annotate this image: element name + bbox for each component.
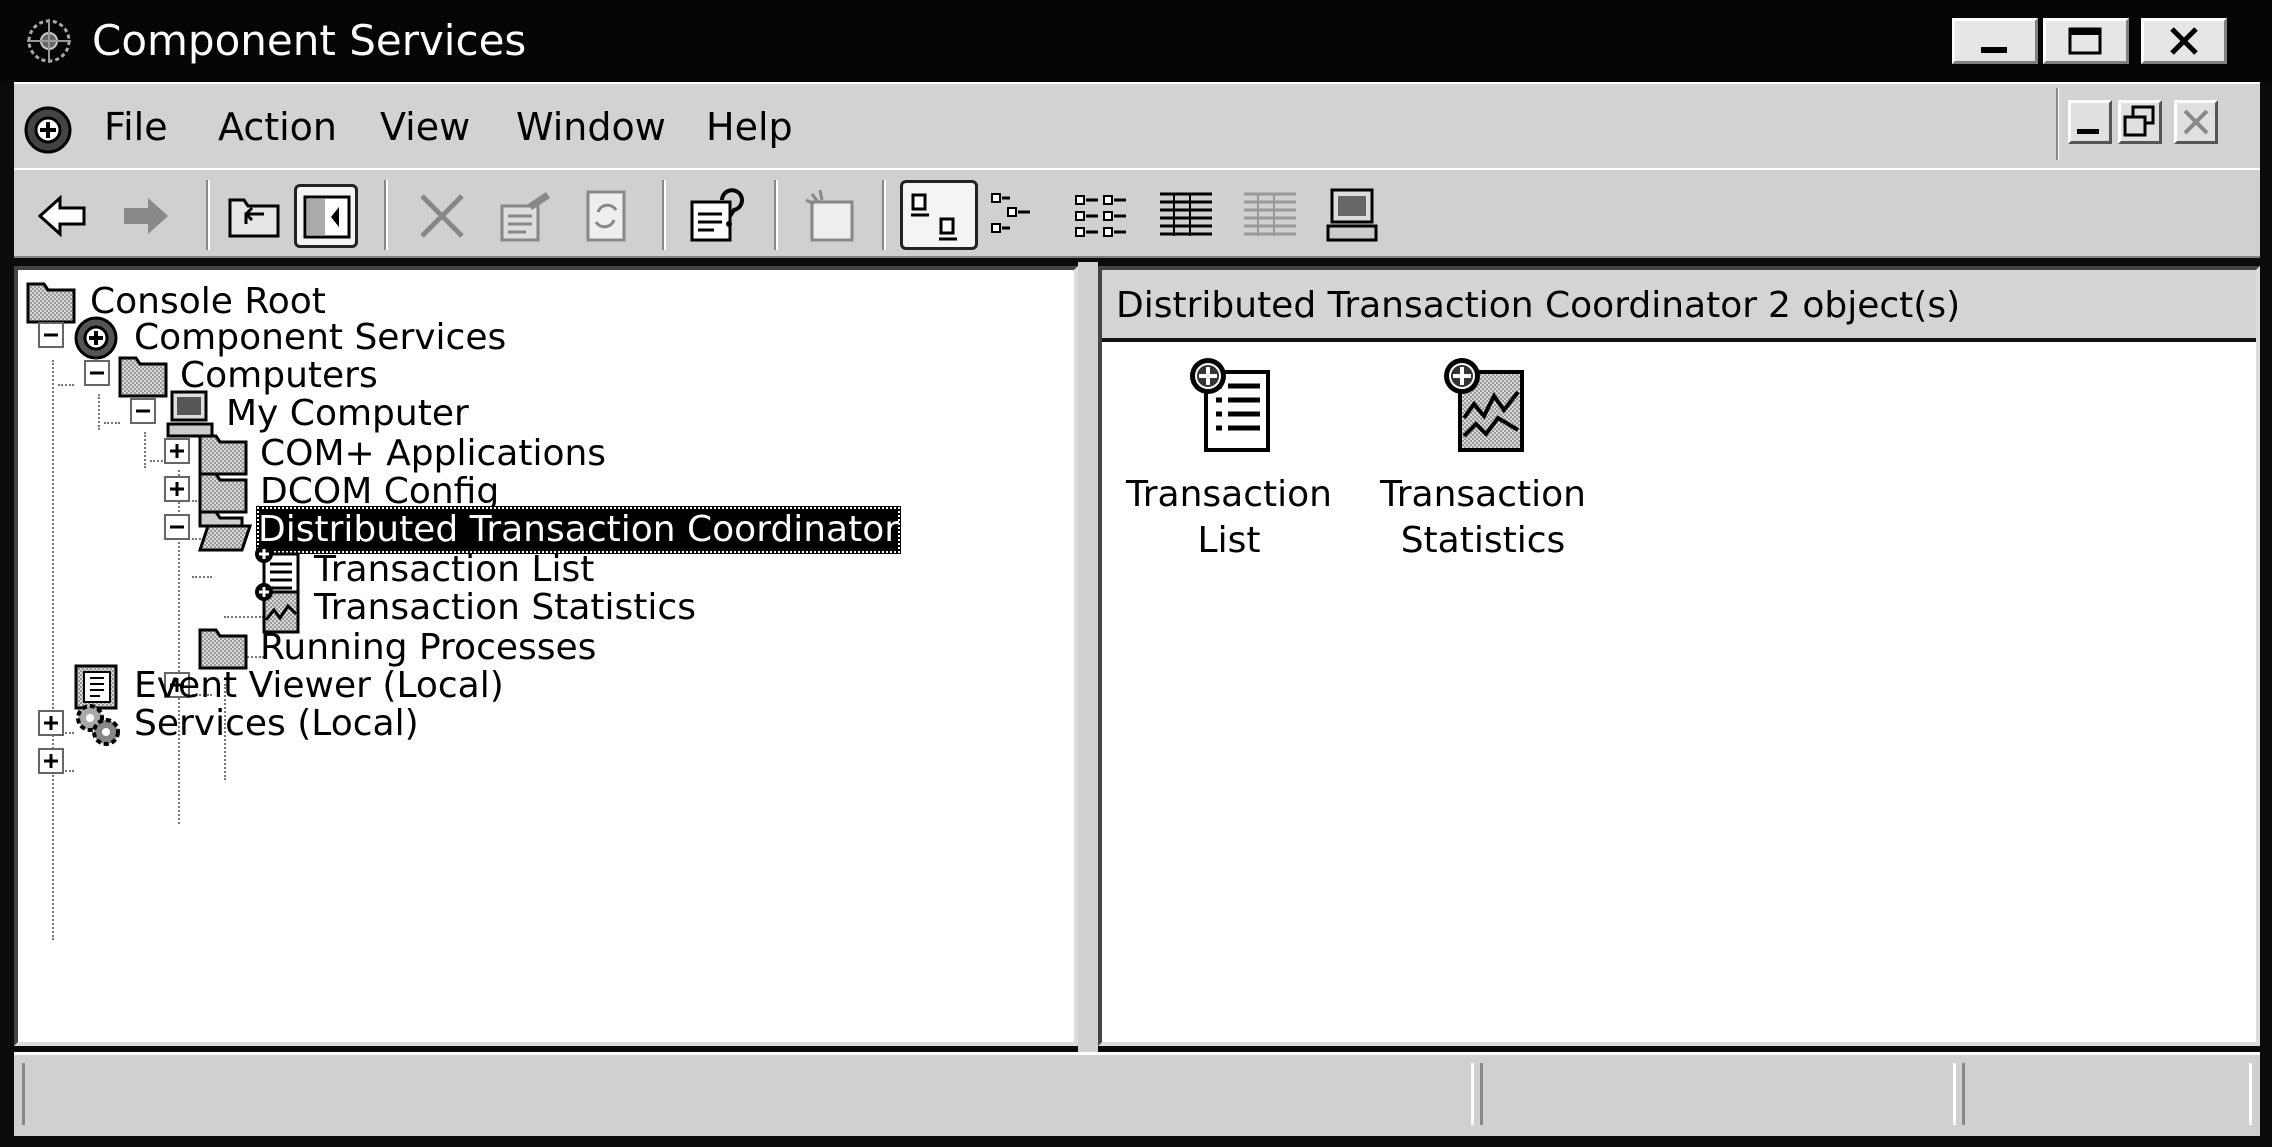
grid-view-icon[interactable] [1238,184,1302,248]
show-hide-console-tree-icon[interactable] [294,184,358,248]
tree-connector [104,422,120,424]
title-bar[interactable]: Component Services [0,0,2272,82]
main-window: Component Services File Action View Wind… [0,0,2272,1147]
tree-label: Services (Local) [134,703,419,744]
list-item-transaction-statistics[interactable]: Transaction Statistics [1368,352,1598,561]
details-pane[interactable]: Distributed Transaction Coordinator 2 ob… [1098,266,2260,1046]
back-arrow-icon[interactable] [30,184,94,248]
details-header: Distributed Transaction Coordinator 2 ob… [1102,270,2256,342]
large-icons-view-icon[interactable] [900,180,978,250]
menu-help[interactable]: Help [706,104,793,150]
help-icon[interactable] [684,184,748,248]
status-panel [1480,1063,1956,1125]
collapse-toggle[interactable] [84,360,110,386]
close-icon [2170,27,2198,55]
child-minimize-button[interactable] [2068,100,2112,144]
toolbar-separator [774,180,778,250]
tree-node-services[interactable]: Services (Local) [70,696,470,752]
status-panel [22,1063,1474,1125]
new-window-icon[interactable] [798,184,862,248]
menu-file[interactable]: File [104,104,168,150]
maximize-button[interactable] [2043,18,2129,64]
computer-icon[interactable] [1320,184,1384,248]
item-label: Transaction Statistics [1380,474,1586,561]
list-view-icon[interactable] [1070,184,1134,248]
toolbar-separator [384,180,388,250]
expand-toggle[interactable] [164,476,190,502]
refresh-icon[interactable] [574,184,638,248]
menu-view[interactable]: View [380,104,470,150]
object-count: 2 object(s) [1768,285,1961,326]
menu-bar: File Action View Window Help [14,82,2260,168]
expand-toggle[interactable] [38,710,64,736]
forward-arrow-icon[interactable] [114,184,178,248]
open-folder-icon [197,510,252,552]
pane-splitter[interactable] [1078,262,1098,1052]
list-item-transaction-list[interactable]: Transaction List [1114,352,1344,561]
transaction-list-icon [1190,358,1270,452]
menu-window[interactable]: Window [516,104,666,150]
expand-toggle[interactable] [38,748,64,774]
component-services-app-icon [27,19,71,63]
status-panel [1962,1063,2252,1125]
tree-connector [144,432,146,468]
menu-action[interactable]: Action [218,104,337,150]
item-label: Transaction List [1126,474,1332,561]
gears-icon [76,704,120,746]
toolbar-separator [662,180,666,250]
transaction-statistics-icon [1444,358,1524,452]
small-icons-view-icon[interactable] [986,184,1050,248]
tree-connector [52,360,54,940]
close-button[interactable] [2141,18,2227,64]
details-title: Distributed Transaction Coordinator [1116,285,1758,326]
minimize-icon [1981,47,2007,53]
console-tree[interactable]: Console Root Component Services Computer… [14,266,1078,1046]
tree-connector [98,394,100,430]
minimize-button[interactable] [1952,18,2038,64]
maximize-icon [2068,27,2102,55]
minimize-icon [2077,129,2099,134]
close-icon [2183,109,2209,135]
detail-view-icon[interactable] [1154,184,1218,248]
collapse-toggle[interactable] [130,398,156,424]
tree-connector [192,576,212,578]
expand-toggle[interactable] [164,438,190,464]
up-one-level-icon[interactable] [222,184,286,248]
console-control-menu-icon[interactable] [20,102,76,158]
toolbar-separator [882,180,886,250]
toolbar [14,168,2260,258]
collapse-toggle[interactable] [164,514,190,540]
tree-connector [58,384,74,386]
properties-icon[interactable] [492,184,556,248]
window-title: Component Services [92,16,527,65]
toolbar-separator [206,180,210,250]
menu-separator [2056,88,2059,160]
delete-icon[interactable] [410,184,474,248]
collapse-toggle[interactable] [38,322,64,348]
child-close-button[interactable] [2174,100,2218,144]
status-bar [14,1052,2260,1136]
child-restore-button[interactable] [2118,100,2162,144]
restore-icon [2123,105,2155,137]
